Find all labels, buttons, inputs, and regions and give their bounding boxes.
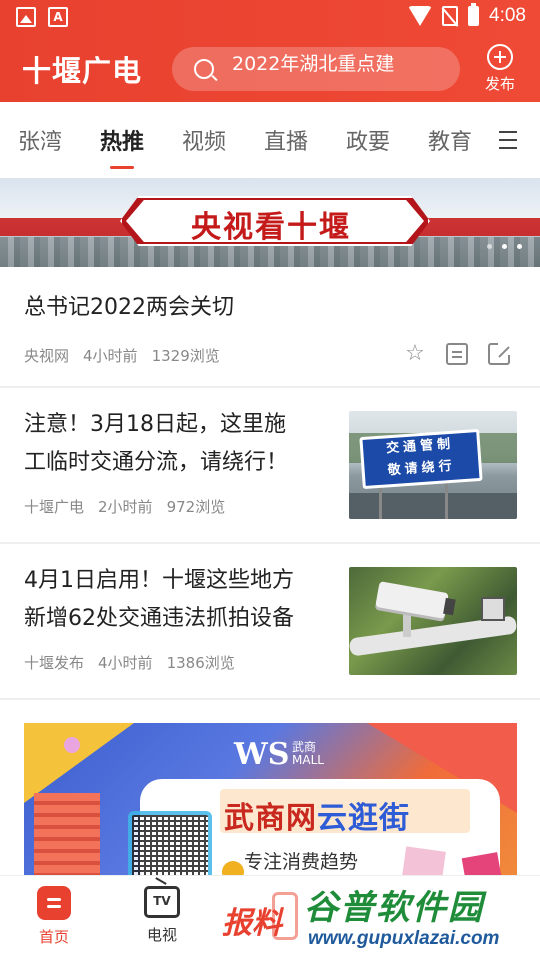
news-time: 4小时前: [98, 654, 153, 672]
news-views: 972浏览: [166, 498, 226, 516]
tab-hot[interactable]: 热推: [100, 124, 144, 156]
banner-carousel[interactable]: 央视看十堰: [0, 178, 540, 267]
share-icon[interactable]: [488, 341, 512, 365]
news-source: 十堰广电: [24, 498, 85, 516]
status-time: 4:08: [489, 5, 526, 26]
news-views: 1386浏览: [166, 654, 235, 672]
qr-code: [128, 811, 212, 876]
tab-video[interactable]: 视频: [182, 124, 226, 156]
nav-tv[interactable]: TV 电视: [132, 886, 192, 945]
road-sign: 交通管制 敬请绕行: [359, 428, 483, 490]
news-item[interactable]: 4月1日启用！十堰这些地方 新增62处交通违法抓拍设备 十堰发布 4小时前 13…: [0, 544, 540, 699]
wifi-icon: [408, 6, 433, 26]
search-bar[interactable]: 2022年湖北重点建: [172, 47, 460, 91]
carousel-dots: [487, 244, 522, 249]
carousel-dot: [487, 244, 492, 249]
app-logo: 十堰广电: [22, 54, 143, 88]
news-title-line: 注意！3月18日起，这里施: [24, 412, 286, 437]
comment-icon[interactable]: [446, 343, 468, 365]
news-source: 十堰发布: [24, 654, 85, 672]
news-meta: 十堰广电 2小时前 972浏览: [24, 496, 225, 517]
news-source: 央视网: [24, 347, 70, 365]
news-thumbnail: 交通管制 敬请绕行: [349, 411, 517, 519]
ad-headline: 武商网云逛街: [224, 793, 410, 837]
home-icon: [37, 886, 71, 920]
news-item[interactable]: 注意！3月18日起，这里施 工临时交通分流，请绕行！ 十堰广电 2小时前 972…: [0, 388, 540, 543]
publish-button[interactable]: 发布: [478, 44, 522, 94]
carousel-dot-active: [502, 244, 507, 249]
news-actions: ☆: [404, 341, 512, 365]
app-a-icon: A: [48, 7, 68, 27]
nav-home-label: 首页: [38, 928, 69, 946]
ad-headline-part: 武商网: [224, 801, 317, 836]
menu-icon[interactable]: [499, 131, 517, 149]
news-meta: 央视网 4小时前 1329浏览: [24, 345, 220, 366]
channel-tabs: 张湾 热推 视频 直播 政要 教育: [0, 102, 540, 178]
search-icon: [194, 59, 214, 79]
tag-icon: [222, 861, 244, 876]
divider: [0, 698, 540, 700]
news-title: 总书记2022两会关切: [24, 295, 234, 320]
nav-tv-label: 电视: [146, 926, 177, 944]
gallery-icon: [16, 7, 36, 27]
publish-label: 发布: [484, 75, 515, 93]
ad-tagline: 专注消费趋势: [244, 851, 359, 873]
app-header: A 4:08 十堰广电 2022年湖北重点建 发布: [0, 0, 540, 102]
tab-live[interactable]: 直播: [264, 124, 308, 156]
news-meta: 十堰发布 4小时前 1386浏览: [24, 652, 235, 673]
ad-headline-part: 云逛街: [317, 801, 410, 836]
watermark-url: www.gupuxlazai.com: [308, 928, 500, 949]
ad-banner[interactable]: WS 武商 MALL 武商网云逛街 专注消费趋势: [24, 723, 517, 876]
battery-icon: [468, 3, 480, 26]
search-placeholder: 2022年湖北重点建: [232, 53, 395, 75]
plus-circle-icon: [487, 44, 513, 70]
camera-image: [375, 581, 449, 619]
watermark: 谷普软件园 www.gupuxlazai.com: [300, 878, 540, 960]
no-sim-icon: [442, 6, 459, 26]
status-bar: A 4:08: [0, 0, 540, 36]
nav-home[interactable]: 首页: [24, 886, 84, 947]
news-time: 2小时前: [98, 498, 153, 516]
news-time: 4小时前: [83, 347, 138, 365]
building-illustration: [34, 793, 100, 876]
news-title-line: 工临时交通分流，请绕行！: [24, 450, 289, 475]
carousel-dot: [517, 244, 522, 249]
news-title-line: 4月1日启用！十堰这些地方: [24, 568, 294, 593]
star-icon[interactable]: ☆: [404, 343, 426, 365]
tab-education[interactable]: 教育: [428, 124, 472, 156]
banner-title: 央视看十堰: [191, 210, 351, 245]
ad-brand-en: MALL: [292, 753, 324, 767]
tv-icon: TV: [144, 886, 180, 918]
tab-zhangwan[interactable]: 张湾: [18, 124, 62, 156]
news-item[interactable]: 总书记2022两会关切 央视网 4小时前 1329浏览 ☆: [0, 267, 540, 387]
nav-report[interactable]: 报料: [222, 898, 282, 942]
watermark-title: 谷普软件园: [304, 888, 484, 928]
active-tab-indicator: [110, 166, 134, 169]
news-thumbnail: [349, 567, 517, 675]
tab-politics[interactable]: 政要: [346, 124, 390, 156]
ad-brand-logo: WS: [234, 737, 290, 772]
news-views: 1329浏览: [151, 347, 220, 365]
news-title-line: 新增62处交通违法抓拍设备: [24, 606, 294, 631]
